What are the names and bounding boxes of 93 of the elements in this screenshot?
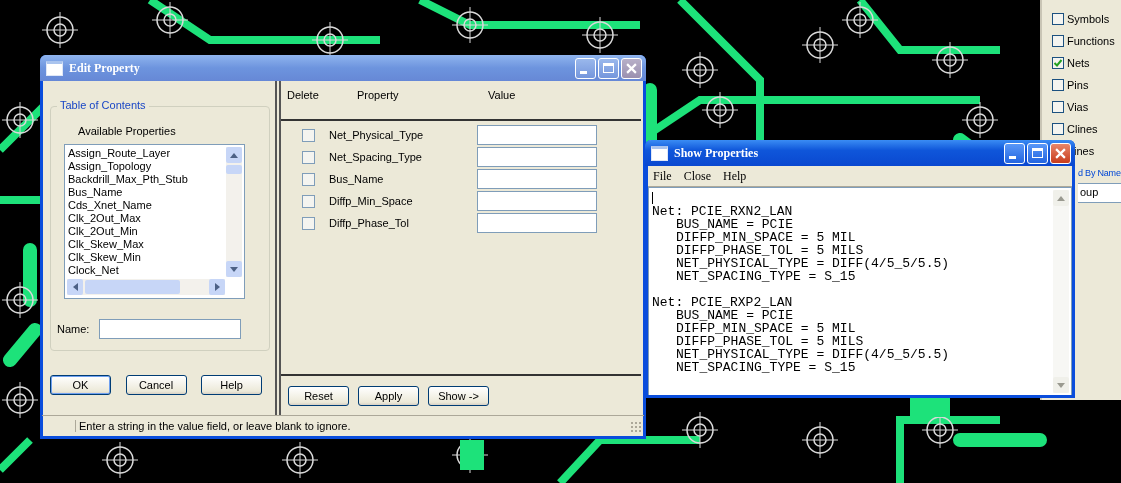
resize-grip-icon[interactable] (630, 420, 641, 432)
list-item[interactable]: Assign_Topology (68, 160, 152, 173)
property-name: Net_Spacing_Type (329, 151, 423, 163)
close-icon (626, 62, 637, 74)
up-arrow-icon (1057, 195, 1065, 201)
checkbox[interactable] (1052, 79, 1064, 91)
property-name: Net_Physical_Type (329, 129, 425, 141)
checkbox[interactable] (1052, 35, 1064, 47)
property-line: NET_SPACING_TYPE = S_15 (675, 361, 856, 374)
list-item[interactable]: Clk_2Out_Min (68, 225, 138, 238)
property-name: Diffp_Min_Space (329, 195, 414, 207)
net-line: Net: PCIE_RXN2_LAN (652, 205, 794, 218)
dialog-button[interactable]: OK (50, 375, 111, 395)
option-label: Symbols (1067, 13, 1110, 25)
action-button[interactable]: Reset (288, 385, 349, 406)
value-field[interactable] (477, 147, 597, 167)
option-label: Clines (1067, 123, 1098, 135)
window-icon (46, 60, 63, 76)
checkbox[interactable] (1052, 13, 1064, 25)
right-arrow-icon (214, 283, 220, 291)
net-line: Net: PCIE_RXP2_LAN (652, 296, 794, 309)
list-item[interactable]: Bus_Name (68, 186, 123, 199)
scroll-thumb[interactable] (85, 280, 180, 294)
property-name: Diffp_Phase_Tol (329, 217, 410, 229)
list-item[interactable]: Backdrill_Max_Pth_Stub (68, 173, 188, 186)
option-label: Pins (1067, 79, 1089, 91)
close-button[interactable] (621, 57, 642, 79)
option-label: Functions (1067, 35, 1115, 47)
property-line: NET_PHYSICAL_TYPE = DIFF(4/5_5/5.5) (675, 257, 951, 270)
name-field[interactable] (99, 319, 242, 339)
property-line: DIFFP_PHASE_TOL = 5 MILS (675, 335, 865, 348)
maximize-button[interactable] (1027, 142, 1048, 164)
window-title: Show Properties (674, 145, 759, 161)
vertical-scrollbar[interactable] (1053, 190, 1069, 393)
delete-checkbox[interactable] (302, 216, 315, 230)
window-icon (651, 145, 668, 161)
menu-item[interactable]: Help (723, 168, 747, 184)
list-item[interactable]: Clk_Skew_Min (68, 251, 141, 264)
section-title: d By Name (1078, 168, 1121, 178)
column-header: Delete (287, 89, 319, 101)
window-title: Edit Property (69, 60, 140, 76)
column-header: Property (357, 89, 399, 101)
property-line: DIFFP_MIN_SPACE = 5 MIL (675, 231, 857, 244)
property-line: NET_SPACING_TYPE = S_15 (675, 270, 856, 283)
dialog-button[interactable]: Cancel (125, 375, 187, 395)
menu-item[interactable]: Close (683, 168, 711, 184)
delete-checkbox[interactable] (302, 194, 315, 208)
list-item[interactable]: Clk_Skew_Max (68, 238, 144, 251)
action-button[interactable]: Show -> (428, 385, 489, 406)
option-label: ines (1074, 145, 1095, 157)
property-line: NET_PHYSICAL_TYPE = DIFF(4/5_5/5.5) (675, 348, 951, 361)
value-field[interactable] (477, 191, 597, 211)
delete-checkbox[interactable] (302, 172, 315, 186)
group-title: Table of Contents (57, 99, 149, 111)
horizontal-scrollbar[interactable] (67, 279, 225, 295)
value-field[interactable] (477, 169, 597, 189)
property-line: DIFFP_MIN_SPACE = 5 MIL (675, 322, 857, 335)
scroll-thumb[interactable] (226, 165, 242, 174)
list-label: Available Properties (78, 125, 177, 137)
maximize-button[interactable] (598, 57, 619, 79)
option-label: Nets (1067, 57, 1090, 69)
action-button[interactable]: Apply (358, 385, 419, 406)
down-arrow-icon (1057, 382, 1065, 388)
minimize-button[interactable] (575, 57, 596, 79)
column-header: Value (488, 89, 516, 101)
value-field[interactable] (477, 213, 597, 233)
vertical-scrollbar[interactable] (226, 147, 242, 277)
property-line: BUS_NAME = PCIE (675, 309, 795, 322)
delete-checkbox[interactable] (302, 150, 315, 164)
value-field[interactable] (477, 125, 597, 145)
list-item[interactable]: Clock_Net (68, 264, 119, 277)
list-item[interactable]: Assign_Route_Layer (68, 147, 171, 160)
property-line: DIFFP_PHASE_TOL = 5 MILS (675, 244, 865, 257)
checkbox[interactable] (1052, 101, 1064, 113)
property-line: BUS_NAME = PCIE (675, 218, 795, 231)
close-button[interactable] (1050, 142, 1071, 164)
input-field[interactable]: oup (1078, 183, 1121, 203)
option-label: Vias (1067, 101, 1089, 113)
status-text: Enter a string in the value field, or leave blank to ignore. (75, 420, 351, 432)
close-icon (1055, 147, 1066, 159)
down-arrow-icon (230, 266, 238, 272)
checkbox[interactable] (1052, 57, 1064, 69)
minimize-button[interactable] (1004, 142, 1025, 164)
dialog-button[interactable]: Help (201, 375, 262, 395)
menu-item[interactable]: File (653, 168, 672, 184)
list-item[interactable]: Cds_Xnet_Name (68, 199, 152, 212)
left-arrow-icon (72, 283, 78, 291)
delete-checkbox[interactable] (302, 128, 315, 142)
up-arrow-icon (230, 152, 238, 158)
name-label: Name: (57, 323, 90, 335)
checkbox[interactable] (1052, 123, 1064, 135)
list-item[interactable]: Clk_2Out_Max (68, 212, 141, 225)
property-name: Bus_Name (329, 173, 385, 185)
